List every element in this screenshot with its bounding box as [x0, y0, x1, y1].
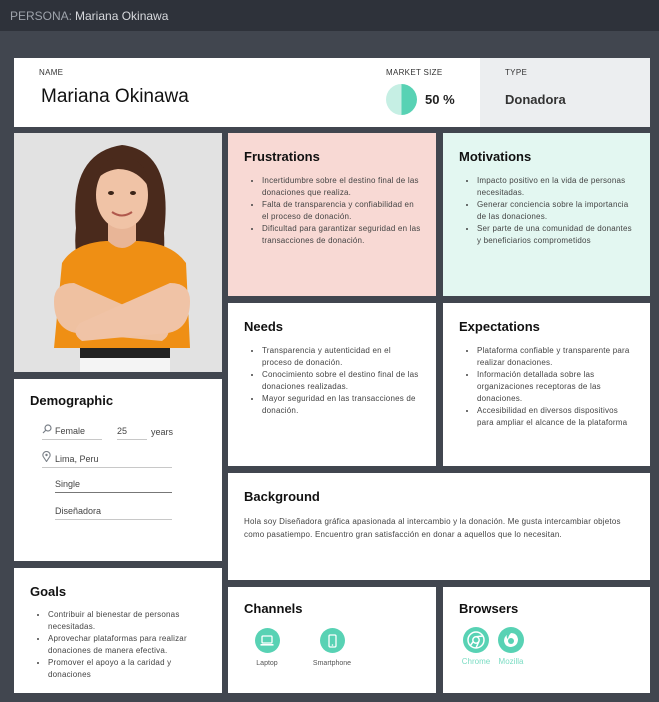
browsers-title: Browsers	[459, 601, 519, 616]
browser-label: Chrome	[461, 657, 491, 666]
channels-title: Channels	[244, 601, 303, 616]
goals-title: Goals	[30, 584, 67, 599]
persona-prefix: PERSONA:	[10, 8, 73, 23]
browser-chrome: Chrome	[456, 627, 496, 666]
search-icon	[42, 424, 52, 436]
channel-smartphone: Smartphone	[302, 628, 362, 667]
expectations-card: Expectations Plataforma confiable y tran…	[443, 303, 650, 466]
persona-full-name: Mariana Okinawa	[41, 86, 189, 107]
background-text: Hola soy Diseñadora gráfica apasionada a…	[244, 517, 621, 539]
needs-list: Transparencia y autenticidad en el proce…	[246, 345, 422, 417]
needs-card: Needs Transparencia y autenticidad en el…	[228, 303, 436, 466]
smartphone-icon	[319, 628, 345, 653]
list-item: Conocimiento sobre el destino final de l…	[262, 369, 422, 393]
background-title: Background	[244, 489, 320, 504]
motivations-card: Motivations Impacto positivo en la vida …	[443, 133, 650, 296]
persona-photo	[14, 133, 222, 372]
top-bar: PERSONA: Mariana Okinawa	[0, 0, 659, 31]
list-item: Dificultad para garantizar seguridad en …	[262, 223, 422, 247]
list-item: Promover el apoyo a la caridad y donacio…	[48, 657, 208, 681]
persona-portrait-image	[14, 133, 222, 372]
list-item: Plataforma confiable y transparente para…	[477, 345, 636, 369]
name-label: NAME	[39, 68, 64, 77]
location-pin-icon	[42, 450, 52, 464]
expectations-title: Expectations	[459, 319, 540, 334]
list-item: Mayor seguridad en las transacciones de …	[262, 393, 422, 417]
list-item: Incertidumbre sobre el destino final de …	[262, 175, 422, 199]
motivations-list: Impacto positivo en la vida de personas …	[461, 175, 636, 247]
frustrations-title: Frustrations	[244, 149, 320, 164]
age-unit: years	[151, 427, 174, 437]
list-item: Aprovechar plataformas para realizar don…	[48, 633, 208, 657]
expectations-list: Plataforma confiable y transparente para…	[461, 345, 636, 429]
age-value: 25	[117, 426, 128, 436]
channels-card: Channels Laptop Smartphone	[228, 587, 436, 693]
channel-label: Laptop	[256, 660, 278, 667]
frustrations-card: Frustrations Incertidumbre sobre el dest…	[228, 133, 436, 296]
market-size-pie-icon	[386, 84, 417, 115]
market-size-label: MARKET SIZE	[386, 68, 443, 77]
occupation-value: Diseñadora	[55, 506, 102, 516]
goals-card: Goals Contribuir al bienestar de persona…	[14, 568, 222, 693]
goals-list: Contribuir al bienestar de personas nece…	[32, 609, 208, 681]
chrome-icon	[463, 627, 489, 653]
location-field[interactable]: Lima, Peru	[42, 450, 172, 468]
list-item: Accesibilidad en diversos dispositivos p…	[477, 405, 636, 429]
type-value: Donadora	[505, 92, 566, 107]
laptop-icon	[254, 628, 280, 653]
list-item: Transparencia y autenticidad en el proce…	[262, 345, 422, 369]
browser-label: Mozilla	[498, 657, 524, 666]
persona-header: NAME Mariana Okinawa MARKET SIZE 50 % TY…	[14, 58, 650, 127]
needs-title: Needs	[244, 319, 284, 334]
list-item: Impacto positivo en la vida de personas …	[477, 175, 636, 199]
persona-name: Mariana Okinawa	[75, 8, 169, 23]
list-item: Contribuir al bienestar de personas nece…	[48, 609, 208, 633]
occupation-field[interactable]: Diseñadora	[55, 506, 172, 520]
type-label: TYPE	[505, 68, 528, 77]
frustrations-list: Incertidumbre sobre el destino final de …	[246, 175, 422, 247]
background-card: Background Hola soy Diseñadora gráfica a…	[228, 473, 650, 580]
location-value: Lima, Peru	[55, 454, 99, 464]
list-item: Falta de transparencia y confiabilidad e…	[262, 199, 422, 223]
gender-field[interactable]: Female	[42, 424, 102, 440]
browsers-card: Browsers Chrome Mozilla	[443, 587, 650, 693]
status-field[interactable]: Single	[55, 479, 172, 493]
demographic-title: Demographic	[30, 393, 114, 408]
channel-label: Smartphone	[312, 660, 352, 667]
list-item: Información detallada sobre las organiza…	[477, 369, 636, 405]
motivations-title: Motivations	[459, 149, 532, 164]
demographic-card: Demographic Female 25 years Lima, Peru S…	[14, 379, 222, 561]
gender-value: Female	[55, 426, 86, 436]
age-field[interactable]: 25	[117, 426, 147, 440]
firefox-icon	[498, 627, 524, 653]
status-value: Single	[55, 479, 81, 489]
market-size-value: 50 %	[425, 92, 455, 107]
list-item: Ser parte de una comunidad de donantes y…	[477, 223, 636, 247]
channel-laptop: Laptop	[237, 628, 297, 667]
list-item: Generar conciencia sobre la importancia …	[477, 199, 636, 223]
browser-mozilla: Mozilla	[491, 627, 531, 666]
